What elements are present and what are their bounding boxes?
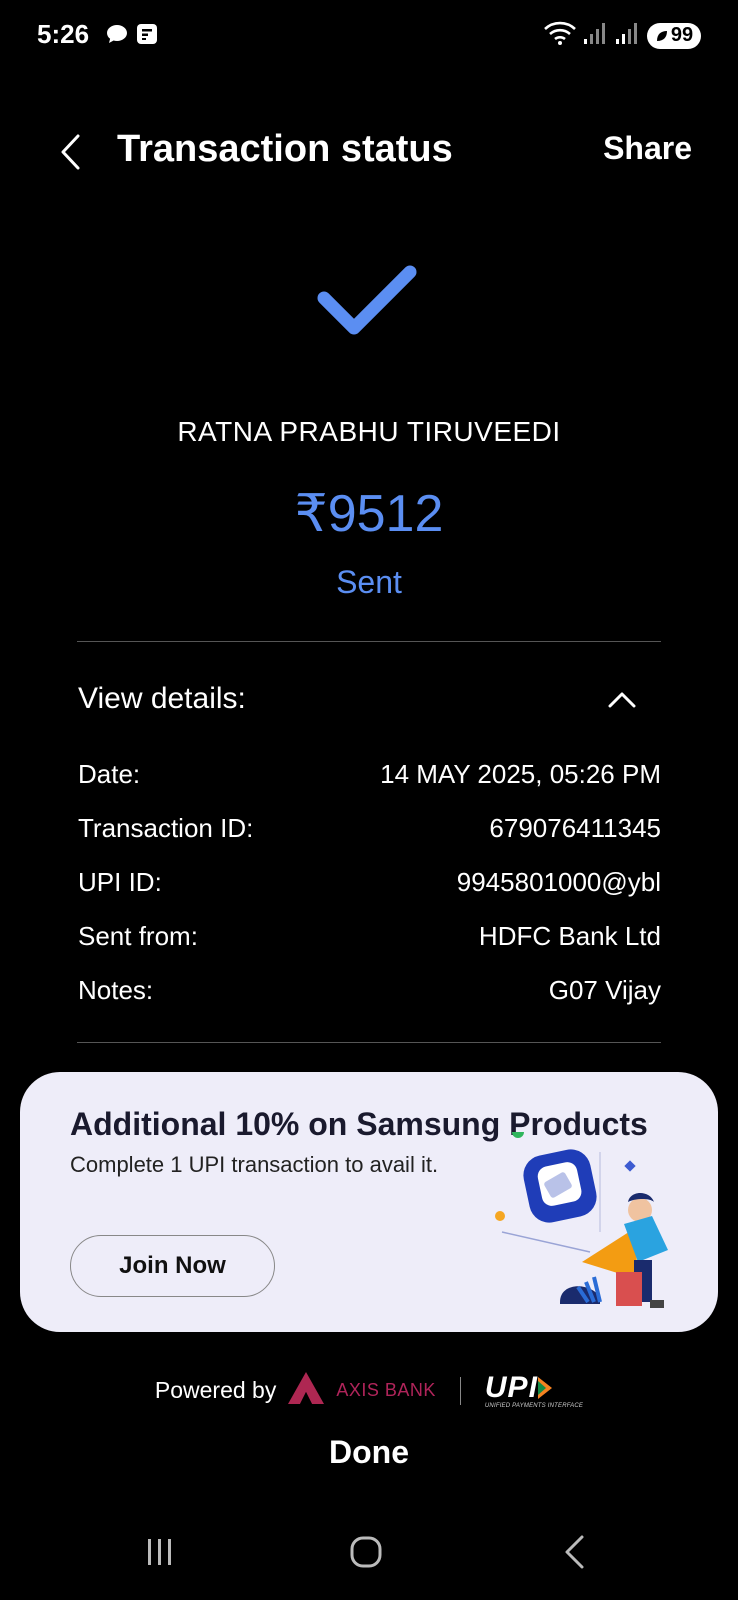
battery-level: 99 xyxy=(670,24,694,46)
chevron-up-icon[interactable] xyxy=(606,684,638,716)
home-icon[interactable] xyxy=(346,1532,386,1572)
detail-value: 679076411345 xyxy=(489,813,661,843)
signal-icon xyxy=(615,21,641,50)
back-button[interactable] xyxy=(50,128,90,176)
detail-value: 9945801000@ybl xyxy=(456,867,661,897)
detail-label: Notes: xyxy=(78,975,154,1005)
chat-bubble-icon xyxy=(105,22,129,51)
promo-subtitle: Complete 1 UPI transaction to avail it. xyxy=(70,1152,439,1177)
status-bar: 5:26 99 xyxy=(0,0,738,68)
detail-row-sent-from: Sent from: HDFC Bank Ltd xyxy=(78,921,661,952)
detail-row-transaction-id: Transaction ID: 679076411345 xyxy=(78,813,661,844)
battery-indicator: 99 xyxy=(647,22,701,49)
share-button[interactable]: Share xyxy=(603,130,692,167)
divider xyxy=(77,641,661,642)
detail-value: 14 MAY 2025, 05:26 PM xyxy=(380,759,661,789)
back-icon[interactable] xyxy=(554,1532,594,1572)
detail-value: HDFC Bank Ltd xyxy=(478,921,661,951)
recent-apps-icon[interactable] xyxy=(140,1532,180,1572)
detail-value: G07 Vijay xyxy=(548,975,661,1005)
axis-bank-logo-icon xyxy=(286,1370,326,1411)
promo-illustration xyxy=(490,1126,700,1327)
done-button[interactable]: Done xyxy=(0,1434,738,1471)
promo-card[interactable]: Additional 10% on Samsung Products Compl… xyxy=(20,1072,718,1332)
wifi-icon xyxy=(543,20,577,51)
transaction-amount: ₹9512 xyxy=(294,485,444,543)
leaf-icon xyxy=(656,30,667,41)
success-check-icon xyxy=(314,262,420,345)
status-time: 5:26 xyxy=(37,19,90,49)
page-title: Transaction status xyxy=(117,128,453,170)
bank-name: AXIS BANK xyxy=(336,1380,436,1400)
upi-logo: UPI UNIFIED PAYMENTS INTERFACE xyxy=(484,1370,584,1409)
signal-icon xyxy=(583,21,609,50)
powered-by-label: Powered by xyxy=(154,1377,277,1403)
notification-card-icon xyxy=(135,22,159,51)
chevron-left-icon xyxy=(61,134,80,170)
detail-row-date: Date: 14 MAY 2025, 05:26 PM xyxy=(78,759,661,790)
upi-arrow-icon xyxy=(537,1376,552,1399)
detail-label: Transaction ID: xyxy=(78,813,254,843)
upi-logo-text: UPI xyxy=(484,1370,538,1404)
view-details-label[interactable]: View details: xyxy=(78,682,246,716)
detail-row-notes: Notes: G07 Vijay xyxy=(78,975,661,1006)
divider xyxy=(459,1376,461,1405)
detail-label: Date: xyxy=(78,759,141,789)
navigation-bar xyxy=(0,1520,738,1586)
upi-subtitle: UNIFIED PAYMENTS INTERFACE xyxy=(484,1402,584,1409)
transaction-status: Sent xyxy=(336,564,402,600)
detail-label: UPI ID: xyxy=(78,867,162,897)
status-icons: 99 xyxy=(543,20,701,51)
divider xyxy=(77,1042,661,1043)
detail-label: Sent from: xyxy=(78,921,198,951)
join-now-button[interactable]: Join Now xyxy=(70,1235,275,1297)
powered-by: Powered by AXIS BANK UPI UNIFIED PAYMENT… xyxy=(0,1370,738,1411)
recipient-name: RATNA PRABHU TIRUVEEDI xyxy=(177,416,561,447)
detail-row-upi-id: UPI ID: 9945801000@ybl xyxy=(78,867,661,898)
